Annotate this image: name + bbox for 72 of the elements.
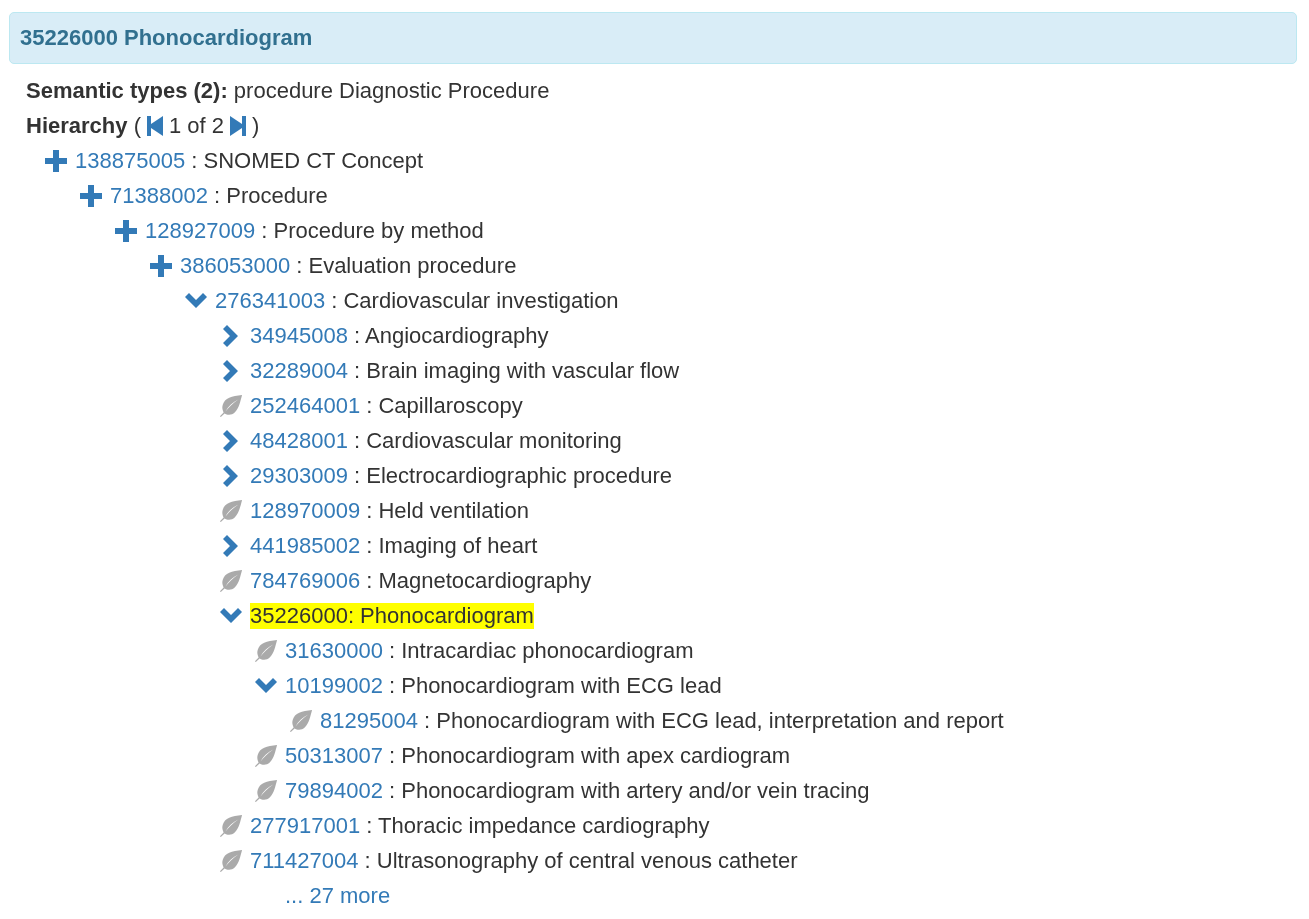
plus-icon[interactable] [115, 219, 137, 242]
last-page-icon[interactable] [230, 115, 246, 136]
concept-code-link[interactable]: 138875005 [75, 147, 186, 174]
chevron-down-icon[interactable] [220, 607, 242, 624]
concept-label: : Electrocardiographic procedure [353, 462, 672, 489]
concept-label: : Intracardiac phonocardiogram [388, 637, 694, 664]
semantic-types-label: Semantic types (2): [26, 77, 228, 104]
leaf-icon [254, 638, 278, 663]
concept-code-link[interactable]: 48428001 [250, 427, 348, 454]
leaf-icon [219, 813, 243, 838]
concept-label: : Procedure [213, 182, 328, 209]
concept-label: : Brain imaging with vascular flow [353, 357, 680, 384]
leaf-icon [254, 778, 278, 803]
concept-code-link[interactable]: 276341003 [215, 287, 326, 314]
leaf-icon [219, 568, 243, 593]
concept-label: : SNOMED CT Concept [190, 147, 424, 174]
concept-label: : Imaging of heart [365, 532, 538, 559]
plus-icon[interactable] [150, 254, 172, 277]
concept-code-link[interactable]: 79894002 [285, 777, 383, 804]
chevron-right-icon[interactable] [223, 534, 239, 557]
concept-label: : Cardiovascular monitoring [353, 427, 622, 454]
concept-code-link[interactable]: 10199002 [285, 672, 383, 699]
chevron-right-icon[interactable] [223, 359, 239, 382]
chevron-down-icon[interactable] [255, 677, 277, 694]
concept-code-link[interactable]: 81295004 [320, 707, 418, 734]
concept-label: : Phonocardiogram with ECG lead [388, 672, 722, 699]
concept-title: 35226000 Phonocardiogram [20, 25, 313, 51]
leaf-icon [289, 708, 313, 733]
concept-label: : Phonocardiogram with apex cardiogram [388, 742, 791, 769]
concept-code-link[interactable]: 128970009 [250, 497, 361, 524]
concept-label: : Capillaroscopy [365, 392, 523, 419]
concept-code-link[interactable]: 386053000 [180, 252, 291, 279]
concept-label: : Held ventilation [365, 497, 529, 524]
leaf-icon [254, 743, 278, 768]
concept-label: : Ultrasonography of central venous catheter [363, 847, 798, 874]
concept-label: : Angiocardiography [353, 322, 549, 349]
more-link[interactable]: ... 27 more [285, 882, 391, 909]
concept-code-link[interactable]: 34945008 [250, 322, 348, 349]
chevron-right-icon[interactable] [223, 324, 239, 347]
page-indicator: 1 of 2 [168, 112, 224, 139]
concept-label: : Procedure by method [260, 217, 484, 244]
concept-code-link[interactable]: 784769006 [250, 567, 361, 594]
chevron-down-icon[interactable] [185, 292, 207, 309]
concept-code-link[interactable]: 277917001 [250, 812, 361, 839]
concept-code-link[interactable]: 50313007 [285, 742, 383, 769]
leaf-icon [219, 393, 243, 418]
concept-code-link[interactable]: 31630000 [285, 637, 383, 664]
paren-text: ) [252, 112, 260, 139]
concept-code-link[interactable]: 711427004 [250, 847, 359, 874]
leaf-icon [219, 848, 243, 873]
concept-label: : Thoracic impedance cardiography [365, 812, 710, 839]
current-concept: 35226000: Phonocardiogram [250, 602, 534, 629]
chevron-right-icon[interactable] [223, 464, 239, 487]
chevron-right-icon[interactable] [223, 429, 239, 452]
first-page-icon[interactable] [146, 115, 163, 136]
concept-label: : Phonocardiogram with artery and/or vein tracing [388, 777, 870, 804]
plus-icon[interactable] [45, 149, 67, 172]
concept-code-link[interactable]: 128927009 [145, 217, 256, 244]
concept-label: : Cardiovascular investigation [330, 287, 619, 314]
plus-icon[interactable] [80, 184, 102, 207]
concept-label: : Evaluation procedure [295, 252, 517, 279]
concept-code-link[interactable]: 252464001 [250, 392, 361, 419]
semantic-types-value: procedure Diagnostic Procedure [233, 77, 550, 104]
concept-code-link[interactable]: 441985002 [250, 532, 361, 559]
hierarchy-label: Hierarchy [26, 112, 128, 139]
concept-code-link[interactable]: 29303009 [250, 462, 348, 489]
concept-code-link[interactable]: 32289004 [250, 357, 348, 384]
concept-code-link[interactable]: 71388002 [110, 182, 208, 209]
leaf-icon [219, 498, 243, 523]
concept-label: : Phonocardiogram with ECG lead, interpretation and report [423, 707, 1004, 734]
paren-text: ( [133, 112, 141, 139]
concept-label: : Magnetocardiography [365, 567, 592, 594]
